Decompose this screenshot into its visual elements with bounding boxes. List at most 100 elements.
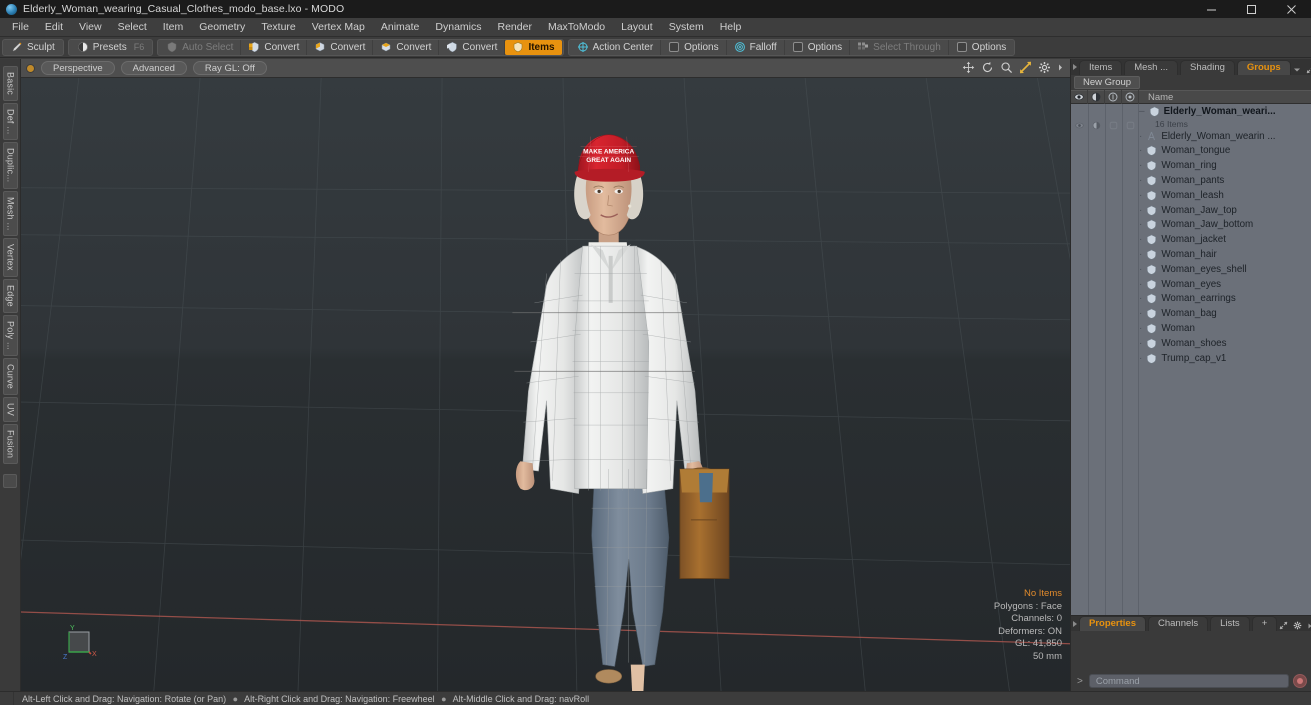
col-selectable[interactable] — [1122, 90, 1139, 104]
presets-button[interactable]: Presets F6 — [70, 40, 151, 55]
select-through-options-button[interactable]: Options — [949, 40, 1013, 55]
items-mode-button[interactable]: Items — [505, 39, 562, 55]
viewport-projection-selector[interactable]: Perspective — [41, 61, 115, 75]
convert-vertex-button[interactable]: Convert — [241, 39, 308, 55]
falloff-button[interactable]: Falloff — [727, 39, 785, 55]
menu-layout[interactable]: Layout — [613, 19, 661, 35]
list-row-item-11[interactable]: · Woman_earrings — [1071, 292, 1311, 307]
menu-help[interactable]: Help — [712, 19, 750, 35]
zoom-magnifier-icon[interactable] — [1000, 61, 1013, 74]
rail-tab-mesh[interactable]: Mesh ... — [2, 190, 18, 237]
menu-edit[interactable]: Edit — [37, 19, 71, 35]
menu-geometry[interactable]: Geometry — [191, 19, 253, 35]
axis-gizmo[interactable]: Y X Z — [61, 623, 101, 663]
viewport-shading-selector[interactable]: Advanced — [120, 61, 187, 75]
rail-tab-edge[interactable]: Edge — [2, 279, 18, 313]
convert-material-button[interactable]: Convert — [439, 39, 506, 55]
sculpt-button[interactable]: Sculpt — [4, 40, 62, 55]
col-lock[interactable] — [1105, 90, 1122, 104]
col-render-visibility[interactable] — [1088, 90, 1105, 104]
menu-system[interactable]: System — [661, 19, 712, 35]
list-row-item-2[interactable]: · Woman_ring — [1071, 158, 1311, 173]
menu-view[interactable]: View — [71, 19, 110, 35]
tab-properties[interactable]: Properties — [1079, 616, 1146, 631]
convert-edge-button[interactable]: Convert — [307, 39, 374, 55]
menu-item[interactable]: Item — [155, 19, 191, 35]
expand-panel-icon[interactable] — [1306, 65, 1311, 74]
group-item-list[interactable]: – Elderly_Woman_weari... 16 Items · Elde… — [1071, 104, 1311, 615]
list-row-item-4[interactable]: · Woman_leash — [1071, 188, 1311, 203]
list-row-item-12[interactable]: · Woman_bag — [1071, 306, 1311, 321]
menu-render[interactable]: Render — [490, 19, 540, 35]
menu-select[interactable]: Select — [110, 19, 155, 35]
tab-groups[interactable]: Groups — [1236, 60, 1291, 75]
action-center-button[interactable]: Action Center — [570, 39, 662, 55]
tab-lists[interactable]: Lists — [1210, 616, 1250, 631]
chevron-right-icon[interactable] — [1057, 61, 1064, 74]
expand-panel-icon[interactable] — [1279, 621, 1288, 630]
menu-dynamics[interactable]: Dynamics — [427, 19, 489, 35]
viewport-3d[interactable]: Perspective Advanced Ray GL: Off MAKE AM… — [21, 59, 1070, 691]
list-row-item-7[interactable]: · Woman_jacket — [1071, 232, 1311, 247]
minimize-button[interactable] — [1191, 0, 1231, 18]
chevron-down-icon[interactable] — [1293, 66, 1301, 74]
falloff-options-button[interactable]: Options — [785, 39, 851, 55]
rail-tab-polygon[interactable]: Poly ... — [2, 314, 18, 357]
command-input[interactable] — [1088, 674, 1289, 688]
menu-texture[interactable]: Texture — [253, 19, 303, 35]
gear-icon[interactable] — [1038, 61, 1051, 74]
expand-toggle-icon[interactable]: – — [1139, 106, 1145, 117]
list-row-item-0[interactable]: · Elderly_Woman_wearin ... — [1071, 129, 1311, 144]
action-center-options-button[interactable]: Options — [661, 39, 727, 55]
col-visibility[interactable] — [1071, 90, 1088, 104]
list-row-item-15[interactable]: · Trump_cap_v1 — [1071, 351, 1311, 366]
rail-tab-curve[interactable]: Curve — [2, 358, 18, 396]
list-row-group-header[interactable]: – Elderly_Woman_weari... — [1071, 104, 1311, 119]
rail-tab-vertex[interactable]: Vertex — [2, 238, 18, 278]
menu-vertex-map[interactable]: Vertex Map — [304, 19, 373, 35]
resize-arrow-icon[interactable] — [1019, 61, 1032, 74]
rail-tab-deform[interactable]: Def ... — [2, 103, 18, 141]
rail-tab-basic[interactable]: Basic — [2, 66, 18, 102]
auto-select-button[interactable]: Auto Select — [159, 39, 242, 55]
menu-maxtomodo[interactable]: MaxToModo — [540, 19, 613, 35]
select-through-button[interactable]: Select Through — [850, 39, 949, 55]
pan-move-icon[interactable] — [962, 61, 975, 74]
tab-shading[interactable]: Shading — [1180, 60, 1235, 75]
list-row-item-8[interactable]: · Woman_hair — [1071, 247, 1311, 262]
viewport-scene: MAKE AMERICA GREAT AGAIN — [21, 78, 1070, 691]
rotate-icon[interactable] — [981, 61, 994, 74]
group-mesh-icon — [1149, 106, 1159, 117]
list-row-item-3[interactable]: · Woman_pants — [1071, 173, 1311, 188]
properties-pane[interactable] — [1071, 631, 1311, 671]
list-row-item-14[interactable]: · Woman_shoes — [1071, 336, 1311, 351]
tab-add[interactable]: + — [1251, 616, 1278, 631]
list-row-item-5[interactable]: · Woman_Jaw_top — [1071, 203, 1311, 218]
list-row-item-6[interactable]: · Woman_Jaw_bottom — [1071, 218, 1311, 233]
panel-menu-arrow-icon[interactable] — [1073, 64, 1077, 70]
list-row-item-1[interactable]: · Woman_tongue — [1071, 144, 1311, 159]
rail-tab-fusion[interactable]: Fusion — [2, 423, 18, 465]
list-row-item-13[interactable]: · Woman — [1071, 321, 1311, 336]
viewport-canvas[interactable]: MAKE AMERICA GREAT AGAIN — [21, 78, 1070, 691]
convert-polygon-button[interactable]: Convert — [373, 39, 440, 55]
rail-tab-uv[interactable]: UV — [2, 397, 18, 422]
maximize-button[interactable] — [1231, 0, 1271, 18]
viewport-raygl-selector[interactable]: Ray GL: Off — [192, 61, 267, 75]
tab-mesh-ops[interactable]: Mesh ... — [1124, 60, 1179, 75]
menu-animate[interactable]: Animate — [373, 19, 428, 35]
rail-extra-button[interactable] — [3, 474, 17, 489]
menu-file[interactable]: File — [4, 19, 37, 35]
viewport-menu-dot-icon[interactable] — [27, 64, 34, 72]
panel-menu-arrow-icon[interactable] — [1073, 621, 1077, 627]
new-group-button[interactable]: New Group — [1074, 76, 1141, 89]
tab-items[interactable]: Items — [1079, 60, 1123, 75]
command-record-button[interactable] — [1293, 674, 1307, 688]
rail-tab-duplicate[interactable]: Duplic... — [2, 142, 18, 189]
chevron-right-icon[interactable] — [1307, 622, 1311, 630]
list-row-item-9[interactable]: · Woman_eyes_shell — [1071, 262, 1311, 277]
tab-channels[interactable]: Channels — [1148, 616, 1209, 631]
close-button[interactable] — [1271, 0, 1311, 18]
gear-icon[interactable] — [1293, 621, 1302, 630]
list-row-item-10[interactable]: · Woman_eyes — [1071, 277, 1311, 292]
